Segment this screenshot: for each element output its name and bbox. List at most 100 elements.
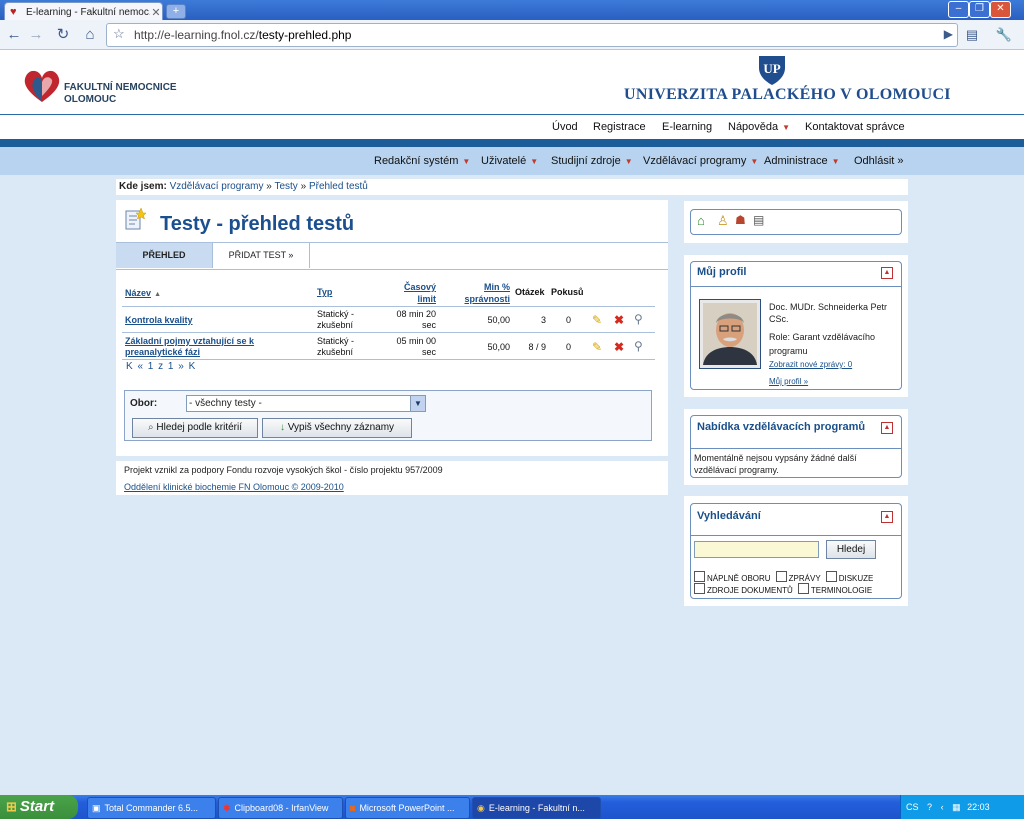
search-input[interactable]: [694, 541, 819, 558]
list-all-records-button[interactable]: ↓ Vypiš všechny záznamy: [262, 418, 412, 438]
test-link-zakladni-pojmy[interactable]: Základní pojmy vztahující se k preanalyti…: [125, 336, 254, 358]
bookmark-star-icon[interactable]: ☆: [113, 26, 125, 42]
edit-pencil-icon[interactable]: ✎: [592, 341, 602, 353]
topnav-e-learning[interactable]: E-learning: [662, 121, 712, 133]
obor-select[interactable]: - všechny testy - ▼: [186, 395, 426, 412]
address-url: http://e-learning.fnol.cz/testy-prehled.…: [134, 28, 352, 42]
tab-prehled[interactable]: PŘEHLED: [116, 243, 213, 268]
breadcrumb-testy[interactable]: Testy: [274, 181, 297, 192]
checkbox-zdroje-dokumentu[interactable]: [694, 583, 705, 594]
checkbox-naplne-oboru[interactable]: [694, 571, 705, 582]
programs-heading: Nabídka vzdělávacích programů: [697, 421, 866, 433]
header-divider: [0, 139, 1024, 147]
my-profile-link[interactable]: Můj profil »: [769, 377, 808, 386]
mainnav-administrace[interactable]: Administrace ▼: [764, 155, 840, 167]
tab-pridat-test[interactable]: PŘIDAT TEST »: [213, 243, 310, 268]
column-header-pokusu: Pokusů: [551, 287, 584, 297]
collapse-icon[interactable]: ▲: [881, 267, 893, 279]
edit-pencil-icon[interactable]: ✎: [592, 314, 602, 326]
pagination[interactable]: K « 1 z 1 » K: [126, 361, 196, 372]
table-cell-questions: 8 / 9: [528, 342, 546, 352]
university-name[interactable]: UNIVERZITA PALACKÉHO V OLOMOUCI: [624, 86, 951, 104]
back-arrow-icon[interactable]: ←: [4, 25, 24, 45]
home-icon[interactable]: ⌂: [80, 25, 100, 45]
close-window-button[interactable]: ✕: [990, 1, 1011, 18]
new-messages-link[interactable]: Zobrazit nové zprávy: 0: [769, 360, 852, 369]
table-divider: [122, 359, 655, 360]
checkbox-diskuze[interactable]: [825, 571, 837, 582]
topnav-uvod[interactable]: Úvod: [552, 121, 578, 133]
hospital-logo-icon[interactable]: [22, 66, 66, 104]
delete-icon[interactable]: ✖: [614, 314, 624, 326]
mainnav-vzdelavaci-programy[interactable]: Vzdělávací programy ▼: [643, 155, 758, 167]
mainnav-odhlasit[interactable]: Odhlásit »: [854, 155, 904, 167]
page-menu-icon[interactable]: ▤: [962, 25, 982, 45]
profile-heading: Můj profil: [697, 266, 747, 278]
taskbar-total-commander[interactable]: ▣ Total Commander 6.5...: [87, 797, 216, 819]
document-icon[interactable]: ▤: [753, 213, 764, 227]
topnav-kontakt[interactable]: Kontaktovat správce: [805, 121, 905, 133]
topnav-registrace[interactable]: Registrace: [593, 121, 646, 133]
user-icon[interactable]: ♙: [717, 213, 729, 229]
topnav-napoveda[interactable]: Nápověda ▼: [728, 121, 790, 133]
minimize-window-button[interactable]: –: [948, 1, 969, 18]
column-header-otazek: Otázek: [515, 287, 545, 297]
checkbox-terminologie[interactable]: [797, 583, 809, 594]
search-heading-divider: [690, 535, 902, 536]
reload-icon[interactable]: ↻: [53, 25, 73, 45]
tray-arrows-icon[interactable]: ‹: [941, 802, 944, 812]
taskbar-irfanview[interactable]: ✱ Clipboard08 - IrfanView: [218, 797, 343, 819]
address-bar[interactable]: ☆ http://e-learning.fnol.cz/testy-prehle…: [106, 23, 958, 47]
floppy-icon: ▣: [92, 803, 101, 813]
dropdown-caret-icon: ▼: [462, 157, 471, 166]
forward-arrow-icon[interactable]: →: [26, 25, 46, 45]
new-tab-button[interactable]: +: [166, 4, 186, 19]
help-icon[interactable]: ?: [927, 802, 932, 812]
clock[interactable]: 22:03: [967, 802, 990, 812]
wrench-icon[interactable]: 🔧: [994, 25, 1014, 45]
breadcrumb-vzdelavaci-programy[interactable]: Vzdělávací programy: [170, 181, 264, 192]
dropdown-caret-icon: ▼: [530, 157, 539, 166]
table-cell-time: 05 min 00 sec: [396, 336, 436, 357]
footer-department-link[interactable]: Oddělení klinické biochemie FN Olomouc ©…: [124, 482, 344, 492]
test-link-kontrola-kvality[interactable]: Kontrola kvality: [125, 315, 193, 326]
search-button[interactable]: Hledej: [826, 540, 876, 559]
system-tray: CS ? ‹ ▦ 22:03: [900, 795, 1024, 819]
mainnav-redakcni-system[interactable]: Redakční systém ▼: [374, 155, 470, 167]
search-by-criteria-button[interactable]: ⌕ Hledej podle kritérií: [132, 418, 258, 438]
network-icon[interactable]: ▦: [952, 802, 961, 812]
close-tab-icon[interactable]: ✕: [150, 6, 162, 19]
mainnav-studijni-zdroje[interactable]: Studijní zdroje ▼: [551, 155, 633, 167]
column-header-min-spravnosti[interactable]: Min % správnosti: [452, 281, 510, 305]
column-header-nazev[interactable]: Název ▲: [125, 287, 161, 299]
taskbar-powerpoint[interactable]: ◙ Microsoft PowerPoint ...: [345, 797, 470, 819]
restore-window-button[interactable]: ❐: [969, 1, 990, 18]
breadcrumb-prehled-testu[interactable]: Přehled testů: [309, 181, 368, 192]
checkbox-zpravy[interactable]: [775, 571, 787, 582]
table-divider: [122, 332, 655, 333]
column-header-casovy-limit[interactable]: Časový limit: [390, 281, 436, 305]
collapse-icon[interactable]: ▲: [881, 511, 893, 523]
footer-project-text: Projekt vznikl za podpory Fondu rozvoje …: [124, 465, 443, 475]
taskbar-e-learning[interactable]: ◉ E-learning - Fakultní n...: [472, 797, 601, 819]
magnifier-icon[interactable]: ⚲: [634, 313, 643, 325]
home-icon[interactable]: ⌂: [697, 213, 705, 228]
delete-icon[interactable]: ✖: [614, 341, 624, 353]
breadcrumb: Kde jsem: Vzdělávací programy » Testy » …: [116, 179, 908, 195]
breadcrumb-separator: »: [300, 181, 307, 192]
go-arrow-icon[interactable]: ▶: [944, 27, 953, 41]
collapse-icon[interactable]: ▲: [881, 422, 893, 434]
mainnav-uzivatele[interactable]: Uživatelé ▼: [481, 155, 538, 167]
programs-heading-divider: [690, 448, 902, 449]
start-button[interactable]: ⊞ Start: [0, 795, 78, 819]
table-cell-attempts: 0: [565, 342, 571, 352]
column-header-typ[interactable]: Typ: [317, 287, 332, 297]
magnifier-icon[interactable]: ⚲: [634, 340, 643, 352]
users-group-icon[interactable]: ☗: [735, 213, 746, 227]
search-heading: Vyhledávání: [697, 510, 761, 522]
profile-name: Doc. MUDr. Schneiderka Petr CSc.: [769, 302, 888, 324]
hospital-logo-text: FAKULTNÍ NEMOCNICE OLOMOUC: [64, 82, 177, 105]
browser-tab[interactable]: ♥ E-learning - Fakultní nemoc... ✕: [4, 2, 163, 21]
university-emblem-icon: UP: [759, 56, 785, 85]
language-indicator[interactable]: CS: [906, 802, 919, 812]
